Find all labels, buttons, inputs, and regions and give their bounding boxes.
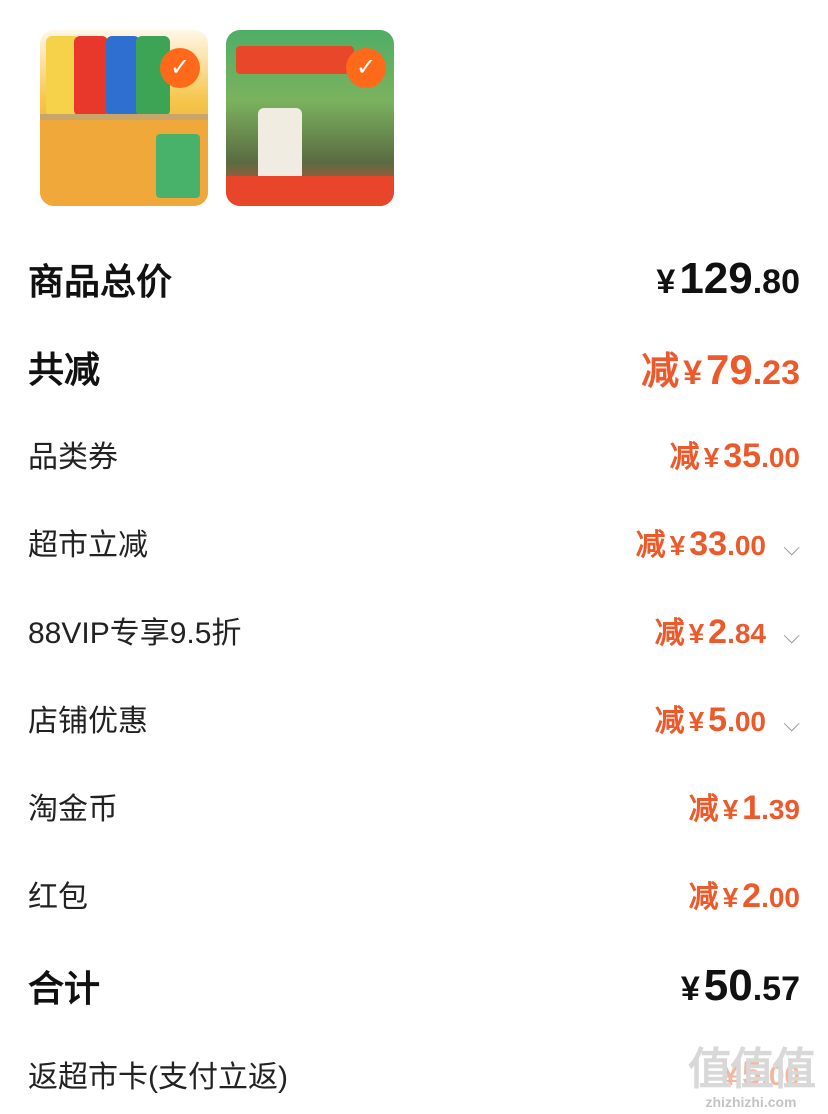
currency-symbol: ¥ — [656, 263, 676, 301]
discount-prefix: 减 — [654, 705, 685, 738]
red-packet-integer: 2 — [742, 877, 762, 915]
discount-prefix: 减 — [688, 881, 719, 914]
subtotal-value: ¥ 129 .80 — [656, 254, 800, 304]
chip-bag-image — [106, 36, 140, 116]
total-row: 合计 ¥ 50 .57 — [28, 958, 800, 1014]
total-discount-label: 共减 — [28, 349, 101, 390]
store-discount-decimal: .00 — [727, 706, 766, 737]
subtotal-row: 商品总价 ¥ 129 .80 — [28, 252, 800, 306]
discount-prefix: 减 — [669, 441, 700, 474]
total-discount-value: 减 ¥ 79 .23 — [641, 340, 800, 395]
chevron-down-icon[interactable]: ⌵ — [772, 535, 800, 561]
product-thumbnail-pine-nuts[interactable]: ✓ — [226, 30, 394, 206]
category-coupon-row[interactable]: 品类券 减 ¥ 35 .00 — [28, 430, 800, 478]
promo-banner-image — [236, 46, 354, 74]
vip-discount-row[interactable]: 88VIP专享9.5折 减 ¥ 2 .84 ⌵ — [28, 606, 800, 654]
market-discount-integer: 33 — [689, 525, 728, 563]
subtotal-label: 商品总价 — [28, 261, 173, 302]
subtotal-decimal: .80 — [752, 263, 800, 301]
currency-symbol: ¥ — [680, 970, 700, 1008]
subtotal-integer: 129 — [679, 254, 753, 303]
store-discount-label: 店铺优惠 — [28, 705, 148, 738]
total-decimal: .57 — [752, 970, 800, 1008]
currency-symbol: ¥ — [722, 882, 739, 913]
vip-discount-value: 减 ¥ 2 .84 ⌵ — [655, 608, 800, 652]
taojinbi-decimal: .39 — [761, 794, 800, 825]
promo-footer-image — [226, 176, 394, 206]
currency-symbol: ¥ — [683, 353, 703, 392]
market-discount-decimal: .00 — [727, 530, 766, 561]
gift-box-image — [40, 114, 208, 206]
category-coupon-label: 品类券 — [28, 441, 118, 474]
chip-bag-image — [74, 36, 108, 116]
vip-discount-integer: 2 — [708, 613, 728, 651]
total-discount-decimal: .23 — [752, 353, 800, 392]
chevron-down-icon[interactable]: ⌵ — [772, 711, 800, 737]
vip-discount-decimal: .84 — [727, 618, 766, 649]
currency-symbol: ¥ — [703, 442, 720, 473]
store-discount-integer: 5 — [708, 701, 728, 739]
store-discount-value: 减 ¥ 5 .00 ⌵ — [655, 696, 800, 740]
discount-prefix: 减 — [641, 350, 680, 393]
taojinbi-integer: 1 — [742, 789, 762, 827]
store-discount-row[interactable]: 店铺优惠 减 ¥ 5 .00 ⌵ — [28, 694, 800, 742]
category-coupon-integer: 35 — [723, 437, 762, 475]
market-discount-row[interactable]: 超市立减 减 ¥ 33 .00 ⌵ — [28, 518, 800, 566]
red-packet-row[interactable]: 红包 减 ¥ 2 .00 — [28, 870, 800, 918]
currency-symbol: ¥ — [722, 794, 739, 825]
red-packet-value: 减 ¥ 2 .00 — [689, 872, 800, 916]
taojinbi-row[interactable]: 淘金币 减 ¥ 1 .39 — [28, 782, 800, 830]
chevron-down-icon[interactable]: ⌵ — [772, 623, 800, 649]
total-value: ¥ 50 .57 — [681, 961, 800, 1011]
total-discount-row: 共减 减 ¥ 79 .23 — [28, 340, 800, 394]
red-packet-label: 红包 — [28, 881, 88, 914]
currency-symbol: ¥ — [688, 618, 705, 649]
currency-symbol: ¥ — [688, 706, 705, 737]
taojinbi-label: 淘金币 — [28, 793, 118, 826]
product-thumbnail-chips[interactable]: ✓ — [40, 30, 208, 206]
market-discount-value: 减 ¥ 33 .00 ⌵ — [636, 520, 800, 564]
category-coupon-decimal: .00 — [761, 442, 800, 473]
total-discount-integer: 79 — [706, 345, 753, 393]
discount-prefix: 减 — [654, 617, 685, 650]
category-coupon-value: 减 ¥ 35 .00 — [670, 432, 800, 476]
site-watermark: 值值值 zhizhizhi.com — [680, 1045, 822, 1111]
vip-discount-label: 88VIP专享9.5折 — [28, 617, 242, 650]
rebate-label: 返超市卡(支付立返) — [28, 1061, 288, 1094]
total-label: 合计 — [28, 968, 101, 1009]
product-thumbnails: ✓ ✓ — [40, 30, 394, 210]
watermark-logo: 值值值 — [688, 1045, 816, 1094]
discount-prefix: 减 — [688, 793, 719, 826]
total-integer: 50 — [703, 961, 753, 1010]
watermark-url: zhizhizhi.com — [705, 1094, 797, 1110]
market-discount-label: 超市立减 — [28, 529, 148, 562]
check-icon[interactable]: ✓ — [160, 48, 200, 88]
red-packet-decimal: .00 — [761, 882, 800, 913]
discount-prefix: 减 — [635, 529, 666, 562]
currency-symbol: ¥ — [669, 530, 686, 561]
taojinbi-value: 减 ¥ 1 .39 — [689, 784, 800, 828]
check-icon[interactable]: ✓ — [346, 48, 386, 88]
